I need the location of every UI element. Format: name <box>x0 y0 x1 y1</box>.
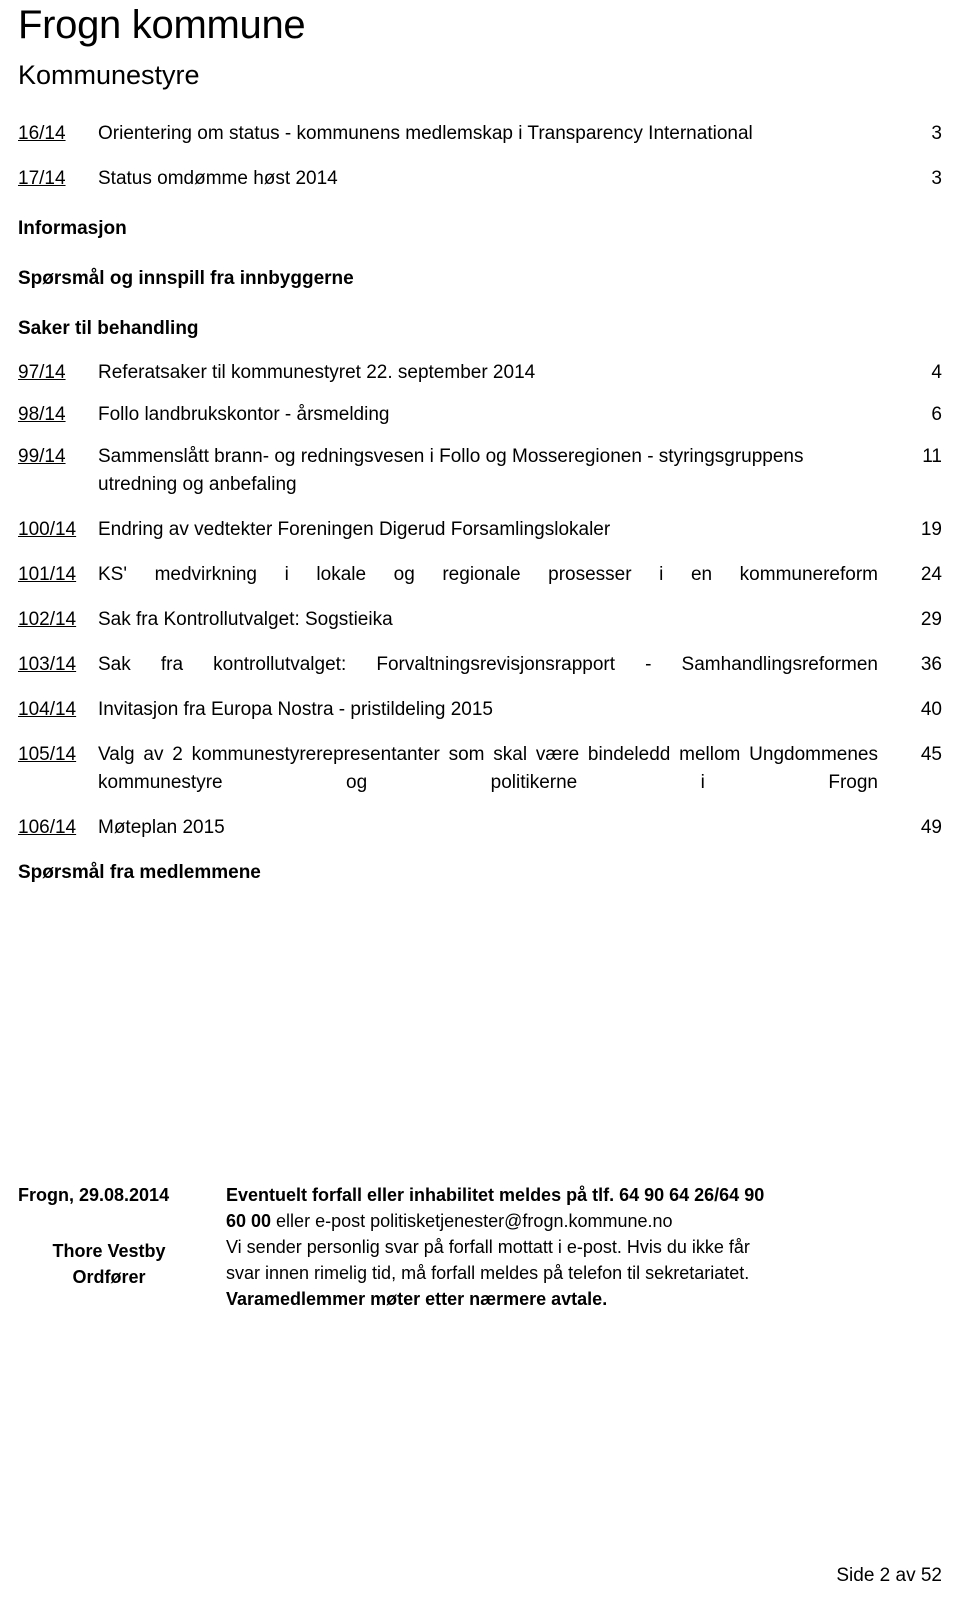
toc-entry-title: Orientering om status - kommunens medlem… <box>98 123 753 144</box>
page-title: Frogn kommune <box>18 3 306 47</box>
toc-heading-informasjon: Informasjon <box>18 218 127 239</box>
toc-heading-sporsmal-medlemmene: Spørsmål fra medlemmene <box>18 862 261 883</box>
toc-entry[interactable]: 99/14 Sammenslått brann- og redningsvese… <box>18 443 942 499</box>
toc-entry-title: Møteplan 2015 <box>98 817 225 838</box>
toc-entry-title: Sammenslått brann- og redningsvesen i Fo… <box>98 446 804 495</box>
toc-entry[interactable]: 102/14 Sak fra Kontrollutvalget: Sogstie… <box>18 606 942 634</box>
toc-entry-number[interactable]: 103/14 <box>18 651 98 679</box>
toc-entry[interactable]: 104/14 Invitasjon fra Europa Nostra - pr… <box>18 696 942 724</box>
toc-entry-page: 29 <box>920 609 942 630</box>
toc-entry-page: 3 <box>931 123 942 144</box>
toc-entry-title: Referatsaker til kommunestyret 22. septe… <box>98 362 536 383</box>
table-of-contents: 16/14 Orientering om status - kommunens … <box>18 120 942 887</box>
toc-entry-title: Sak fra Kontrollutvalget: Sogstieika <box>98 609 393 630</box>
footer-notice-line-1: Eventuelt forfall eller inhabilitet meld… <box>226 1185 765 1205</box>
footer-notice-line-4: svar innen rimelig tid, må forfall melde… <box>226 1263 750 1283</box>
toc-entry-page: 19 <box>920 519 942 540</box>
toc-entry-number[interactable]: 102/14 <box>18 606 98 634</box>
toc-entry-page: 45 <box>920 744 942 765</box>
footer-notice-line-2-bold: 60 00 <box>226 1211 272 1231</box>
page-footer-number: Side 2 av 52 <box>836 1565 942 1586</box>
footer-notice-line-2: 60 00 eller e-post politisketjenester@fr… <box>226 1208 942 1234</box>
footer-signature-block: Frogn, 29.08.2014 Thore Vestby Ordfører <box>18 1182 218 1290</box>
toc-entry-number[interactable]: 99/14 <box>18 443 98 471</box>
toc-entry-number[interactable]: 106/14 <box>18 814 98 842</box>
toc-entry[interactable]: 97/14 Referatsaker til kommunestyret 22.… <box>18 359 942 387</box>
toc-entry-number[interactable]: 100/14 <box>18 516 98 544</box>
toc-entry-title: Follo landbrukskontor - årsmelding <box>98 404 390 425</box>
toc-entry-page: 24 <box>920 564 942 585</box>
toc-entry-title: Sak fra kontrollutvalget: Forvaltningsre… <box>98 654 878 675</box>
toc-entry[interactable]: 16/14 Orientering om status - kommunens … <box>18 120 942 148</box>
toc-entry-number[interactable]: 104/14 <box>18 696 98 724</box>
toc-entry[interactable]: 105/14 Valg av 2 kommunestyrerepresentan… <box>18 741 942 797</box>
toc-entry-title: Invitasjon fra Europa Nostra - pristilde… <box>98 699 493 720</box>
footer-notice-line-2-rest: eller e-post politisketjenester@frogn.ko… <box>271 1211 673 1231</box>
toc-heading-sporsmal-innbyggerne: Spørsmål og innspill fra innbyggerne <box>18 268 354 289</box>
document-page: Frogn kommune Kommunestyre 16/14 Oriente… <box>0 0 960 1604</box>
toc-entry[interactable]: 103/14 Sak fra kontrollutvalget: Forvalt… <box>18 651 942 679</box>
toc-entry-page: 3 <box>931 168 942 189</box>
toc-entry-title: Valg av 2 kommunestyrerepresentanter som… <box>98 744 878 793</box>
toc-entry-title: KS' medvirkning i lokale og regionale pr… <box>98 564 878 585</box>
toc-entry[interactable]: 100/14 Endring av vedtekter Foreningen D… <box>18 516 942 544</box>
toc-entry-number[interactable]: 17/14 <box>18 165 98 193</box>
toc-entry-number[interactable]: 98/14 <box>18 401 98 429</box>
footer-signer-name: Thore Vestby <box>52 1241 166 1261</box>
footer-block: Frogn, 29.08.2014 Thore Vestby Ordfører … <box>18 1182 942 1312</box>
footer-notice-line-5: Varamedlemmer møter etter nærmere avtale… <box>226 1289 608 1309</box>
toc-entry-number[interactable]: 101/14 <box>18 561 98 589</box>
toc-entry-page: 49 <box>920 817 942 838</box>
footer-place-date: Frogn, 29.08.2014 <box>18 1185 170 1205</box>
toc-entry[interactable]: 98/14 Follo landbrukskontor - årsmelding… <box>18 401 942 429</box>
toc-entry-page: 4 <box>931 362 942 383</box>
toc-entry-number[interactable]: 105/14 <box>18 741 98 769</box>
toc-entry-number[interactable]: 97/14 <box>18 359 98 387</box>
toc-entry[interactable]: 101/14 KS' medvirkning i lokale og regio… <box>18 561 942 589</box>
footer-notice: Eventuelt forfall eller inhabilitet meld… <box>218 1182 942 1312</box>
footer-notice-line-3: Vi sender personlig svar på forfall mott… <box>226 1237 750 1257</box>
toc-entry-page: 40 <box>920 699 942 720</box>
toc-entry-title: Status omdømme høst 2014 <box>98 168 338 189</box>
toc-heading-saker-til-behandling: Saker til behandling <box>18 318 199 339</box>
page-subtitle: Kommunestyre <box>18 60 200 90</box>
toc-entry-title: Endring av vedtekter Foreningen Digerud … <box>98 519 611 540</box>
toc-entry-page: 6 <box>931 404 942 425</box>
toc-entry[interactable]: 17/14 Status omdømme høst 2014 3 <box>18 165 942 193</box>
footer-signer-title: Ordfører <box>72 1267 146 1287</box>
toc-entry-number[interactable]: 16/14 <box>18 120 98 148</box>
toc-entry-page: 11 <box>922 446 942 467</box>
toc-entry-page: 36 <box>920 654 942 675</box>
toc-entry[interactable]: 106/14 Møteplan 2015 49 <box>18 814 942 842</box>
